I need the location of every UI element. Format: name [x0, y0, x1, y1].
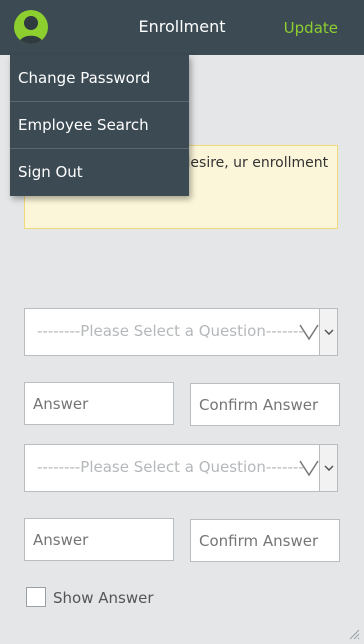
select-arrow-box[interactable] [319, 309, 337, 355]
resize-grip-icon[interactable] [348, 628, 360, 640]
confirm-answer-1-input[interactable] [190, 383, 340, 426]
caret-down-icon [324, 465, 334, 471]
select-arrow-box[interactable] [319, 445, 337, 491]
show-answer-checkbox[interactable] [26, 587, 46, 607]
user-dropdown-menu: Change Password Employee Search Sign Out [10, 55, 189, 196]
answer-1-input[interactable] [24, 382, 174, 425]
menu-item-change-password[interactable]: Change Password [10, 55, 189, 102]
top-bar: Enrollment Update [0, 0, 364, 55]
security-question-2-select[interactable]: --------Please Select a Question------- [24, 444, 338, 492]
answer-2-input[interactable] [24, 518, 174, 561]
security-question-1-select[interactable]: --------Please Select a Question------- [24, 308, 338, 356]
chevron-down-icon [299, 324, 319, 341]
chevron-down-icon [299, 460, 319, 477]
confirm-answer-2-input[interactable] [190, 519, 340, 562]
caret-down-icon [324, 329, 334, 335]
menu-item-employee-search[interactable]: Employee Search [10, 102, 189, 149]
show-answer-label[interactable]: Show Answer [53, 589, 154, 607]
select-placeholder: --------Please Select a Question------- [37, 322, 304, 340]
update-button[interactable]: Update [284, 19, 338, 37]
select-placeholder: --------Please Select a Question------- [37, 458, 304, 476]
menu-item-sign-out[interactable]: Sign Out [10, 149, 189, 196]
